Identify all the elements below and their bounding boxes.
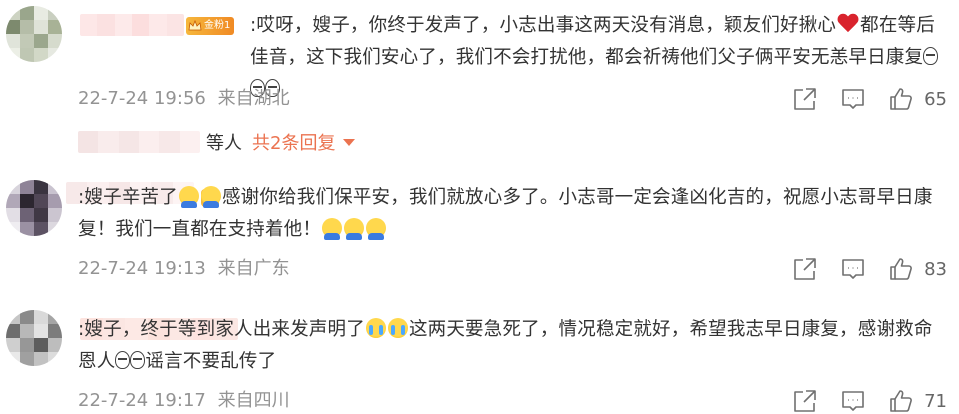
like-icon[interactable]	[888, 388, 914, 414]
like-count: 71	[924, 390, 947, 412]
hug-emoji-icon	[344, 218, 365, 240]
comment-actions: 83	[792, 256, 947, 282]
reply-summary: 等人 共2条回复	[78, 128, 356, 156]
avatar[interactable]	[6, 180, 62, 236]
comment-icon[interactable]	[840, 86, 866, 112]
fan-badge: 金粉1	[186, 17, 235, 35]
share-button[interactable]	[792, 86, 818, 112]
comment-location: 来自四川	[217, 390, 290, 411]
comment-text-segment: :哎呀，嫂子，你终于发声了，小志出事这两天没有消息，颖友们好揪心	[250, 15, 837, 36]
like-button[interactable]: 71	[888, 388, 947, 414]
share-button[interactable]	[792, 256, 818, 282]
comment-icon[interactable]	[840, 256, 866, 282]
reply-suffix: 等人	[206, 133, 242, 154]
like-button[interactable]: 65	[888, 86, 947, 112]
comment-meta: 22-7-24 19:17 来自四川	[78, 390, 290, 412]
like-count: 65	[924, 88, 947, 110]
comment-date: 22-7-24 19:17	[78, 390, 206, 411]
share-icon[interactable]	[792, 256, 818, 282]
heart-emoji-icon	[837, 14, 859, 34]
comment-text: :嫂子辛苦了 感谢你给我们保平安，我们就放心多了。小志哥一定会逢凶化吉的，祝愿小志…	[78, 182, 943, 246]
comment-meta: 22-7-24 19:13 来自广东	[78, 258, 290, 280]
reply-username-blurred[interactable]	[78, 131, 200, 153]
username-blurred[interactable]	[80, 14, 184, 36]
hug-emoji-icon	[200, 186, 221, 208]
avatar[interactable]	[6, 310, 62, 366]
comment-actions: 65	[792, 86, 947, 112]
comment-icon[interactable]	[840, 388, 866, 414]
reply-button[interactable]	[840, 256, 866, 282]
share-button[interactable]	[792, 388, 818, 414]
comment-date: 22-7-24 19:56	[78, 88, 206, 109]
comment-location: 来自湖北	[217, 88, 290, 109]
like-icon[interactable]	[888, 86, 914, 112]
comment-text-segment: :嫂子辛苦了	[78, 187, 178, 208]
hug-emoji-icon	[178, 186, 199, 208]
caret-down-icon[interactable]	[343, 138, 356, 146]
avatar[interactable]	[6, 6, 62, 62]
reply-button[interactable]	[840, 388, 866, 414]
comment-text-segment: :嫂子，终于等到家人出来发声明了	[78, 319, 365, 340]
share-icon[interactable]	[792, 388, 818, 414]
comment-actions: 71	[792, 388, 947, 414]
like-icon[interactable]	[888, 256, 914, 282]
reply-button[interactable]	[840, 86, 866, 112]
hug-emoji-icon	[322, 218, 343, 240]
hug-emoji-icon	[366, 218, 387, 240]
like-button[interactable]: 83	[888, 256, 947, 282]
comment-date: 22-7-24 19:13	[78, 258, 206, 279]
sob-emoji-icon	[130, 351, 146, 369]
sob-emoji-icon	[115, 351, 131, 369]
comment-text: :嫂子，终于等到家人出来发声明了 这两天要急死了，情况稳定就好，希望我志早日康复，…	[78, 314, 943, 378]
comment-meta: 22-7-24 19:56 来自湖北	[78, 88, 290, 110]
share-icon[interactable]	[792, 86, 818, 112]
comment-text-segment: 谣言不要乱传了	[145, 351, 277, 372]
cry-emoji-icon	[387, 318, 408, 338]
cry-emoji-icon	[365, 318, 386, 338]
fan-badge-label: 金粉1	[204, 20, 231, 31]
crown-icon	[188, 19, 202, 31]
view-replies-link[interactable]: 共2条回复	[252, 129, 335, 155]
comment-location: 来自广东	[217, 258, 290, 279]
sob-emoji-icon	[923, 47, 939, 65]
like-count: 83	[924, 258, 947, 280]
